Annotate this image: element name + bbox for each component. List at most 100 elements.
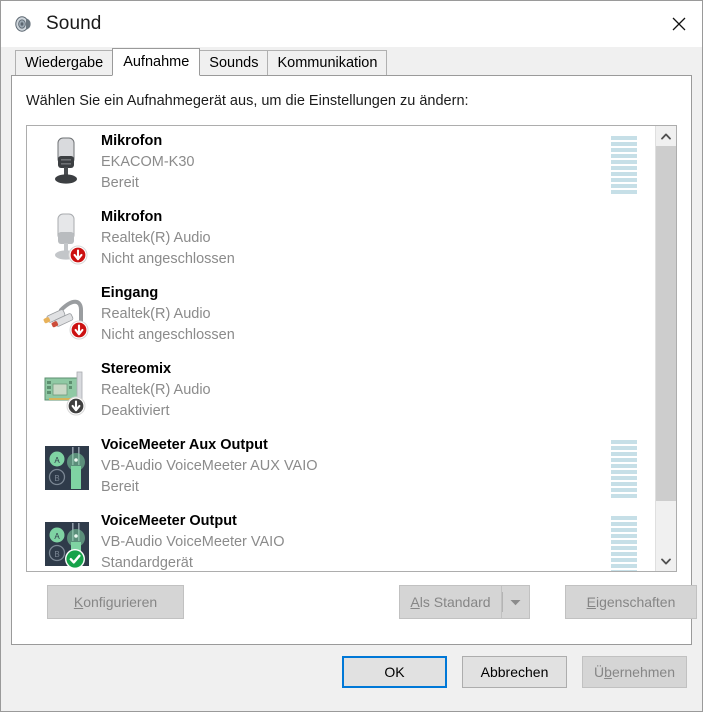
disabled-gray-arrow-badge — [66, 396, 86, 416]
device-info: Eingang Realtek(R) Audio Nicht angeschlo… — [101, 283, 611, 346]
svg-text:A: A — [54, 456, 60, 465]
dialog-footer: OK Abbrechen Übernehmen — [1, 645, 702, 711]
meter-segment — [611, 470, 637, 474]
device-name: Mikrofon — [101, 209, 163, 225]
list-item[interactable]: A B VoiceMeeter Aux Output VB-Audio Voic… — [27, 430, 655, 506]
sound-card-icon — [41, 362, 93, 418]
device-status: Standardgerät — [101, 555, 193, 571]
ok-button[interactable]: OK — [342, 656, 447, 688]
device-description: EKACOM-K30 — [101, 154, 195, 170]
svg-text:B: B — [54, 550, 59, 559]
device-description: Realtek(R) Audio — [101, 306, 211, 322]
meter-segment — [611, 564, 637, 568]
tab-label: Aufnahme — [123, 54, 190, 70]
svg-text:B: B — [54, 474, 59, 483]
meter-segment — [611, 154, 637, 158]
device-list-scrollbar[interactable] — [655, 126, 676, 571]
meter-segment — [611, 464, 637, 468]
window-title: Sound — [46, 13, 102, 34]
meter-segment — [611, 136, 637, 140]
scrollbar-thumb[interactable] — [656, 146, 676, 501]
list-item[interactable]: Mikrofon Realtek(R) Audio Nicht angeschl… — [27, 202, 655, 278]
close-icon[interactable] — [655, 1, 702, 47]
meter-segment — [611, 522, 637, 526]
tab-kommunikation[interactable]: Kommunikation — [267, 50, 388, 75]
instruction-text: Wählen Sie ein Aufnahmegerät aus, um die… — [26, 93, 469, 109]
tab-strip: Wiedergabe Aufnahme Sounds Kommunikation — [1, 47, 702, 76]
device-info: Mikrofon Realtek(R) Audio Nicht angeschl… — [101, 207, 611, 270]
device-name: Mikrofon — [101, 133, 163, 149]
device-description: Realtek(R) Audio — [101, 382, 211, 398]
meter-segment — [611, 184, 637, 188]
configure-button[interactable]: Konfigurieren — [47, 585, 184, 619]
volume-meter — [611, 136, 637, 194]
tab-wiedergabe[interactable]: Wiedergabe — [15, 50, 114, 75]
apply-button[interactable]: Übernehmen — [582, 656, 687, 688]
voicemeeter-icon: A B — [41, 514, 93, 570]
meter-segment — [611, 494, 637, 498]
device-info: Mikrofon EKACOM-K30 Bereit — [101, 131, 611, 194]
meter-segment — [611, 440, 637, 444]
chevron-down-icon[interactable] — [501, 585, 530, 619]
tab-label: Wiedergabe — [25, 55, 104, 71]
tab-label: Kommunikation — [277, 55, 378, 71]
svg-text:A: A — [54, 532, 60, 541]
volume-meter — [611, 516, 637, 571]
meter-segment — [611, 546, 637, 550]
tab-aufnahme[interactable]: Aufnahme — [112, 48, 201, 76]
microphone-dark-icon — [41, 134, 93, 190]
speaker-icon — [13, 13, 35, 35]
meter-segment — [611, 482, 637, 486]
set-default-button[interactable]: Als Standard — [399, 585, 501, 619]
device-list[interactable]: Mikrofon EKACOM-K30 Bereit Mikrofon Real… — [27, 126, 655, 571]
device-status: Deaktiviert — [101, 403, 170, 419]
device-list-container: Mikrofon EKACOM-K30 Bereit Mikrofon Real… — [26, 125, 677, 572]
list-item[interactable]: Stereomix Realtek(R) Audio Deaktiviert — [27, 354, 655, 430]
sound-dialog-window: Sound Wiedergabe Aufnahme Sounds Kommuni… — [0, 0, 703, 712]
device-description: Realtek(R) Audio — [101, 230, 211, 246]
meter-segment — [611, 166, 637, 170]
meter-segment — [611, 142, 637, 146]
cancel-button-label: Abbrechen — [480, 664, 549, 680]
chevron-up-icon[interactable] — [656, 126, 676, 146]
properties-button[interactable]: Eigenschaften — [565, 585, 697, 619]
unplugged-red-arrow-badge — [69, 320, 89, 340]
device-name: VoiceMeeter Aux Output — [101, 437, 268, 453]
meter-segment — [611, 172, 637, 176]
device-status: Nicht angeschlossen — [101, 251, 235, 267]
set-default-button-label: Als Standard — [410, 594, 491, 610]
voicemeeter-icon: A B — [41, 438, 93, 494]
scrollbar-track[interactable] — [656, 146, 676, 551]
default-green-check-badge — [65, 549, 85, 569]
apply-button-label: Übernehmen — [594, 664, 675, 680]
tab-sounds[interactable]: Sounds — [199, 50, 269, 75]
device-info: VoiceMeeter Aux Output VB-Audio VoiceMee… — [101, 435, 611, 498]
volume-meter — [611, 440, 637, 498]
unplugged-red-arrow-badge — [68, 245, 88, 265]
list-item[interactable]: Mikrofon EKACOM-K30 Bereit — [27, 126, 655, 202]
set-default-split-button[interactable]: Als Standard — [399, 585, 530, 619]
meter-segment — [611, 534, 637, 538]
device-info: Stereomix Realtek(R) Audio Deaktiviert — [101, 359, 611, 422]
device-description: VB-Audio VoiceMeeter VAIO — [101, 534, 285, 550]
device-status: Nicht angeschlossen — [101, 327, 235, 343]
device-name: Eingang — [101, 285, 159, 301]
meter-segment — [611, 516, 637, 520]
cancel-button[interactable]: Abbrechen — [462, 656, 567, 688]
meter-segment — [611, 148, 637, 152]
tab-page-aufnahme: Wählen Sie ein Aufnahmegerät aus, um die… — [11, 75, 697, 645]
meter-segment — [611, 190, 637, 194]
tab-label: Sounds — [209, 55, 259, 71]
device-status: Bereit — [101, 479, 139, 495]
line-in-jack-icon — [41, 286, 93, 342]
meter-segment — [611, 160, 637, 164]
meter-segment — [611, 458, 637, 462]
meter-segment — [611, 552, 637, 556]
panel-button-row: Konfigurieren Als Standard Eigenschaften — [26, 572, 697, 644]
meter-segment — [611, 446, 637, 450]
chevron-down-icon[interactable] — [656, 551, 676, 571]
list-item[interactable]: A B VoiceMeeter Output VB-Audio VoiceMee… — [27, 506, 655, 571]
list-item[interactable]: Eingang Realtek(R) Audio Nicht angeschlo… — [27, 278, 655, 354]
meter-segment — [611, 570, 637, 571]
meter-segment — [611, 558, 637, 562]
